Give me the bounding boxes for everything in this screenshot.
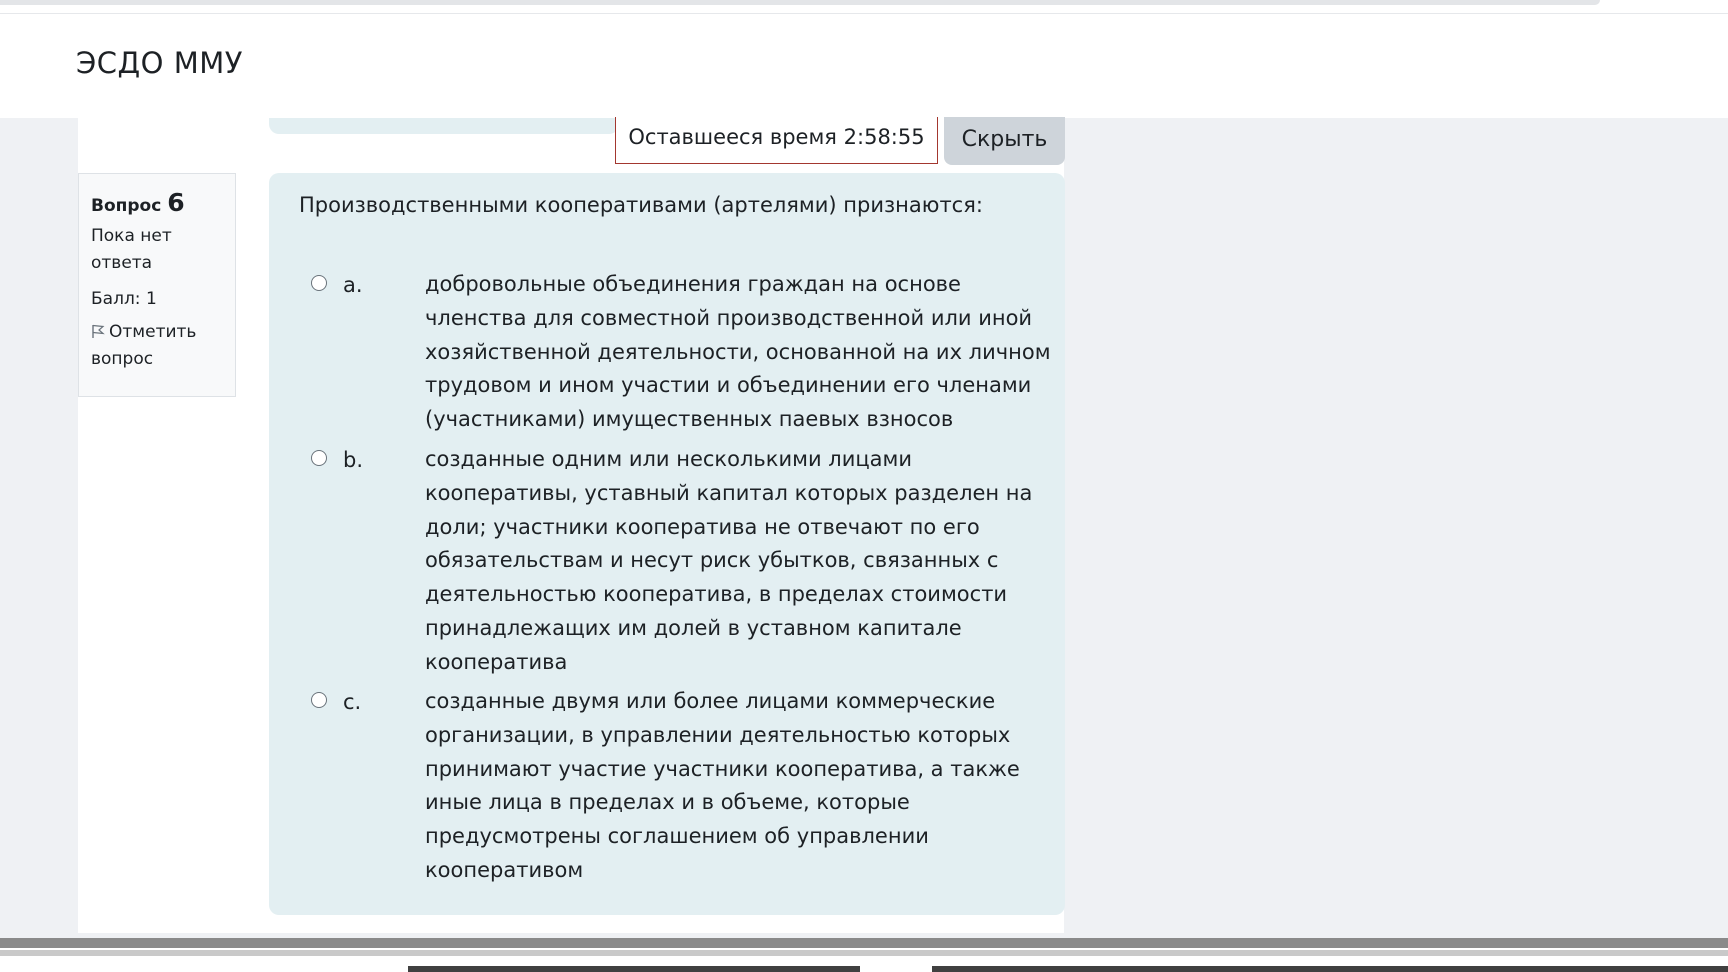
flag-question-link[interactable]: Отметить вопрос bbox=[91, 319, 223, 373]
previous-question-edge bbox=[269, 118, 619, 134]
question-number: Вопрос 6 bbox=[91, 188, 223, 217]
answer-text[interactable]: созданные одним или несколькими лицами к… bbox=[425, 443, 1065, 680]
question-formulation: Производственными кооперативами (артелям… bbox=[269, 173, 1065, 915]
answer-letter: a. bbox=[343, 273, 363, 297]
answer-text[interactable]: созданные двумя или более лицами коммерч… bbox=[425, 685, 1065, 888]
question-number-label: Вопрос bbox=[91, 196, 162, 216]
site-brand[interactable]: ЭСДО ММУ bbox=[76, 46, 243, 80]
question-text: Производственными кооперативами (артелям… bbox=[299, 193, 983, 217]
scrollbar-track bbox=[0, 950, 1728, 956]
answer-radio-a[interactable] bbox=[311, 275, 327, 291]
taskbar-segment bbox=[408, 966, 860, 972]
answer-radio-c[interactable] bbox=[311, 692, 327, 708]
answer-letter: c. bbox=[343, 690, 362, 714]
browser-bottom-bars bbox=[0, 938, 1728, 972]
navbar: ЭСДО ММУ bbox=[0, 14, 1728, 118]
quiz-timer: Оставшееся время 2:58:55 bbox=[615, 117, 938, 164]
answer-letter: b. bbox=[343, 448, 364, 472]
flag-question-label: Отметить вопрос bbox=[91, 322, 197, 369]
answer-text[interactable]: добровольные объединения граждан на осно… bbox=[425, 268, 1065, 437]
answer-radio-b[interactable] bbox=[311, 450, 327, 466]
horizontal-scrollbar[interactable] bbox=[0, 938, 1728, 948]
question-grade: Балл: 1 bbox=[91, 289, 157, 309]
question-number-value: 6 bbox=[167, 188, 185, 217]
taskbar-segment bbox=[932, 966, 1728, 972]
hide-timer-button[interactable]: Скрыть bbox=[944, 117, 1065, 165]
timer-label: Оставшееся время bbox=[628, 125, 837, 149]
question-state: Пока нет ответа bbox=[91, 226, 172, 273]
flag-icon bbox=[92, 324, 105, 338]
question-info: Вопрос 6 Пока нет ответа Балл: 1 Отметит… bbox=[78, 173, 236, 397]
top-scroll-bar bbox=[0, 0, 1600, 5]
browser-top-strip bbox=[0, 0, 1728, 14]
timer-value: 2:58:55 bbox=[843, 125, 925, 149]
